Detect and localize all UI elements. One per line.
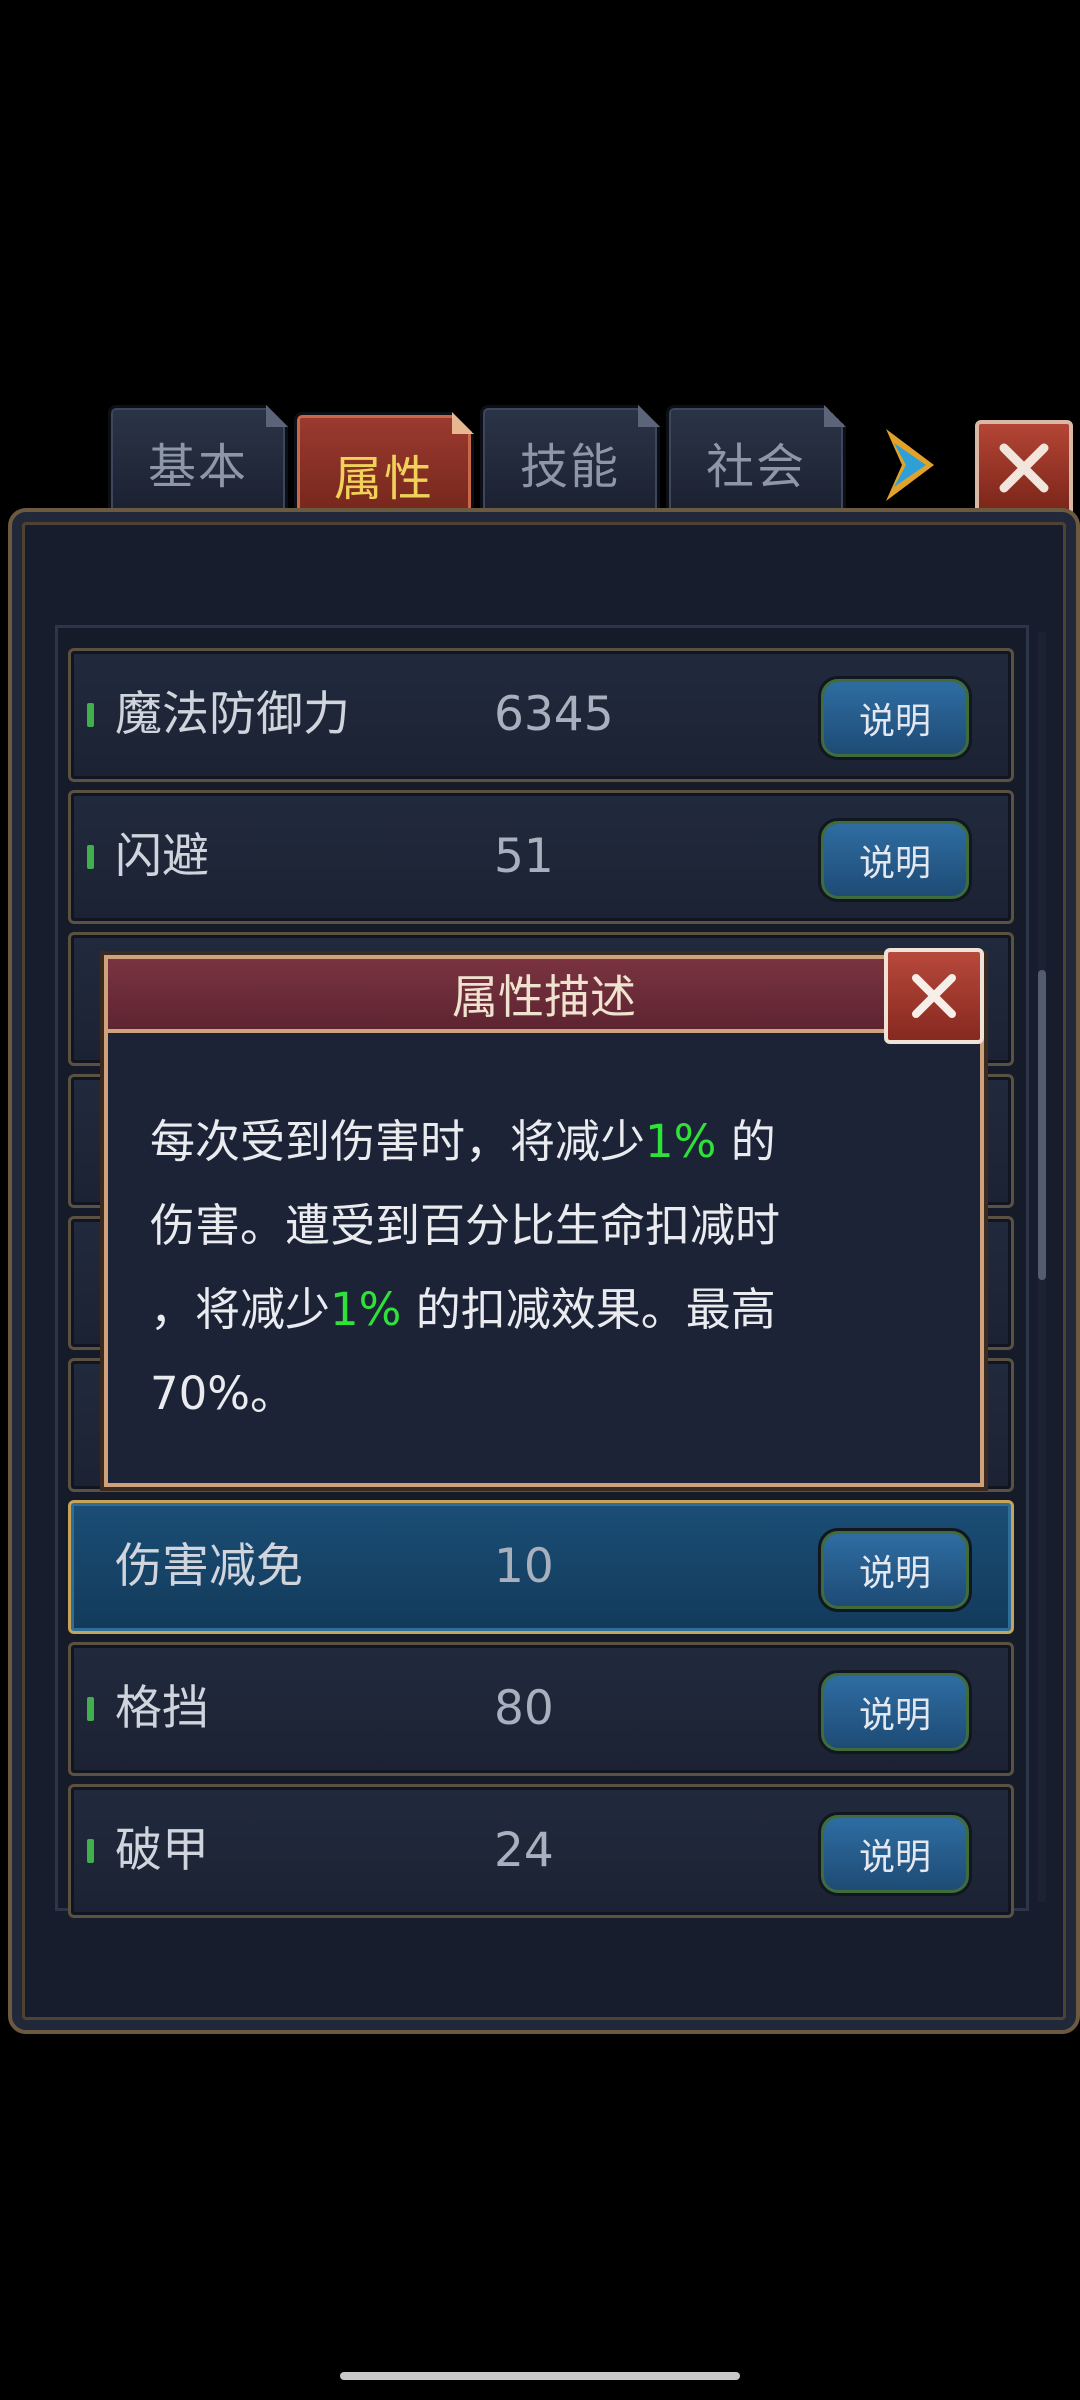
attr-value: 10	[494, 1539, 554, 1594]
explain-button[interactable]: 说明	[818, 1528, 972, 1612]
attr-row-damage-reduction[interactable]: 伤害减免 10 说明	[68, 1500, 1014, 1634]
attr-name: 闪避	[115, 829, 209, 884]
explain-button[interactable]: 说明	[818, 1812, 972, 1896]
desc-line: 伤害。遭受到百分比生命扣减时	[150, 1199, 781, 1252]
desc-line: 70%。	[150, 1367, 296, 1420]
tab-basic[interactable]: 基本	[108, 405, 288, 519]
explain-button[interactable]: 说明	[818, 818, 972, 902]
popup-description: 每次受到伤害时，将减少1% 的 伤害。遭受到百分比生命扣减时 ，将减少1% 的扣…	[150, 1100, 930, 1436]
close-window-button[interactable]	[975, 420, 1073, 516]
home-indicator[interactable]	[340, 2372, 740, 2380]
attr-value: 6345	[494, 687, 614, 742]
attr-value: 80	[494, 1681, 554, 1736]
attr-name: 破甲	[115, 1823, 209, 1878]
popup-title: 属性描述	[104, 955, 984, 1033]
attr-value: 24	[494, 1823, 554, 1878]
tab-social[interactable]: 社会	[666, 405, 846, 519]
attr-row-armor-break: 破甲 24 说明	[68, 1784, 1014, 1918]
attr-name: 魔法防御力	[115, 687, 350, 742]
desc-line: ，将减少1% 的扣减效果。最高	[150, 1283, 776, 1336]
status-pip	[87, 1839, 94, 1863]
highlight-value: 1%	[645, 1115, 717, 1168]
attr-row-block: 格挡 80 说明	[68, 1642, 1014, 1776]
next-arrow-icon[interactable]	[880, 425, 940, 505]
tab-skills[interactable]: 技能	[480, 405, 660, 519]
attr-name: 格挡	[115, 1681, 209, 1736]
explain-button[interactable]: 说明	[818, 1670, 972, 1754]
attr-name: 伤害减免	[115, 1539, 303, 1594]
attr-row-magic-defense: 魔法防御力 6345 说明	[68, 648, 1014, 782]
scrollbar-thumb[interactable]	[1038, 970, 1046, 1280]
desc-line: 每次受到伤害时，将减少1% 的	[150, 1115, 776, 1168]
attr-row-dodge: 闪避 51 说明	[68, 790, 1014, 924]
explain-button[interactable]: 说明	[818, 676, 972, 760]
close-icon	[999, 443, 1049, 493]
close-icon	[912, 974, 956, 1018]
status-pip	[87, 1697, 94, 1721]
status-pip	[87, 703, 94, 727]
highlight-value: 1%	[330, 1283, 402, 1336]
status-pip	[87, 845, 94, 869]
popup-close-button[interactable]	[884, 948, 984, 1044]
attr-value: 51	[494, 829, 554, 884]
